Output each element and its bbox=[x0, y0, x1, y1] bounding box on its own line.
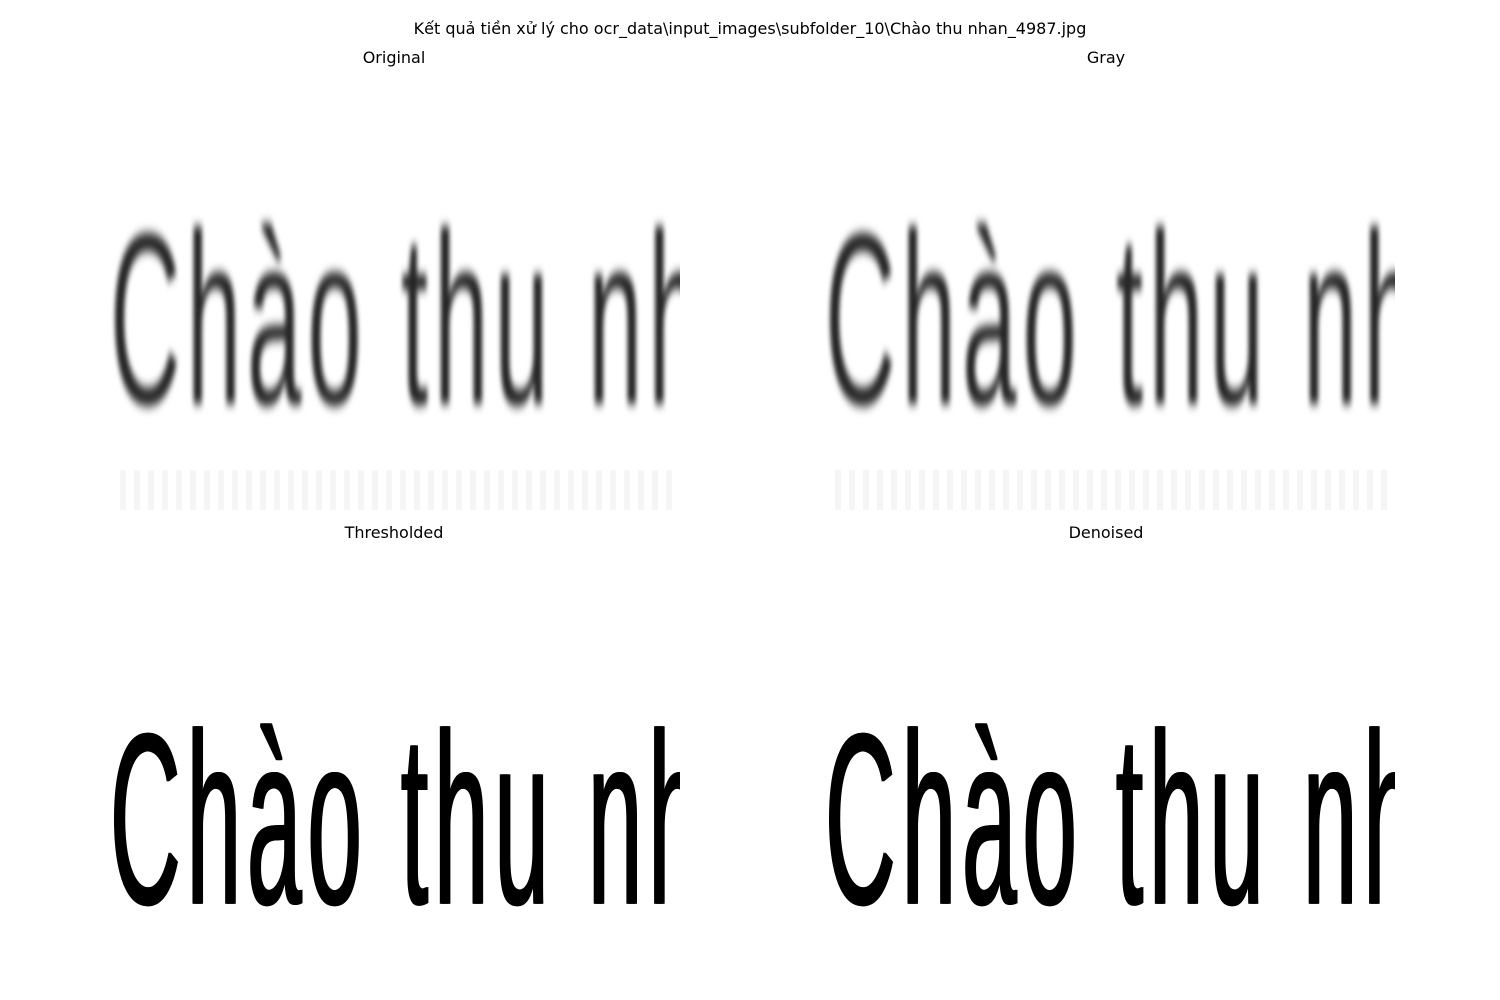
gray-image: Chào thu nhan bbox=[815, 170, 1395, 515]
image-noise bbox=[120, 470, 680, 510]
thresholded-image-text: Chào thu nhan bbox=[110, 690, 680, 958]
image-noise bbox=[835, 470, 1395, 510]
panel-title-original: Original bbox=[362, 48, 426, 67]
thresholded-image: Chào thu nhan bbox=[100, 690, 680, 960]
panel-title-gray: Gray bbox=[1086, 48, 1126, 67]
original-image: Chào thu nhan bbox=[100, 170, 680, 515]
panel-title-denoised: Denoised bbox=[1068, 523, 1144, 542]
original-image-text: Chào thu nhan bbox=[110, 183, 680, 458]
gray-image-text: Chào thu nhan bbox=[825, 183, 1395, 458]
denoised-image: Chào thu nhan bbox=[815, 690, 1395, 960]
denoised-image-text: Chào thu nhan bbox=[825, 690, 1395, 958]
figure-title: Kết quả tiền xử lý cho ocr_data\input_im… bbox=[413, 19, 1087, 38]
panel-title-thresholded: Thresholded bbox=[344, 523, 444, 542]
